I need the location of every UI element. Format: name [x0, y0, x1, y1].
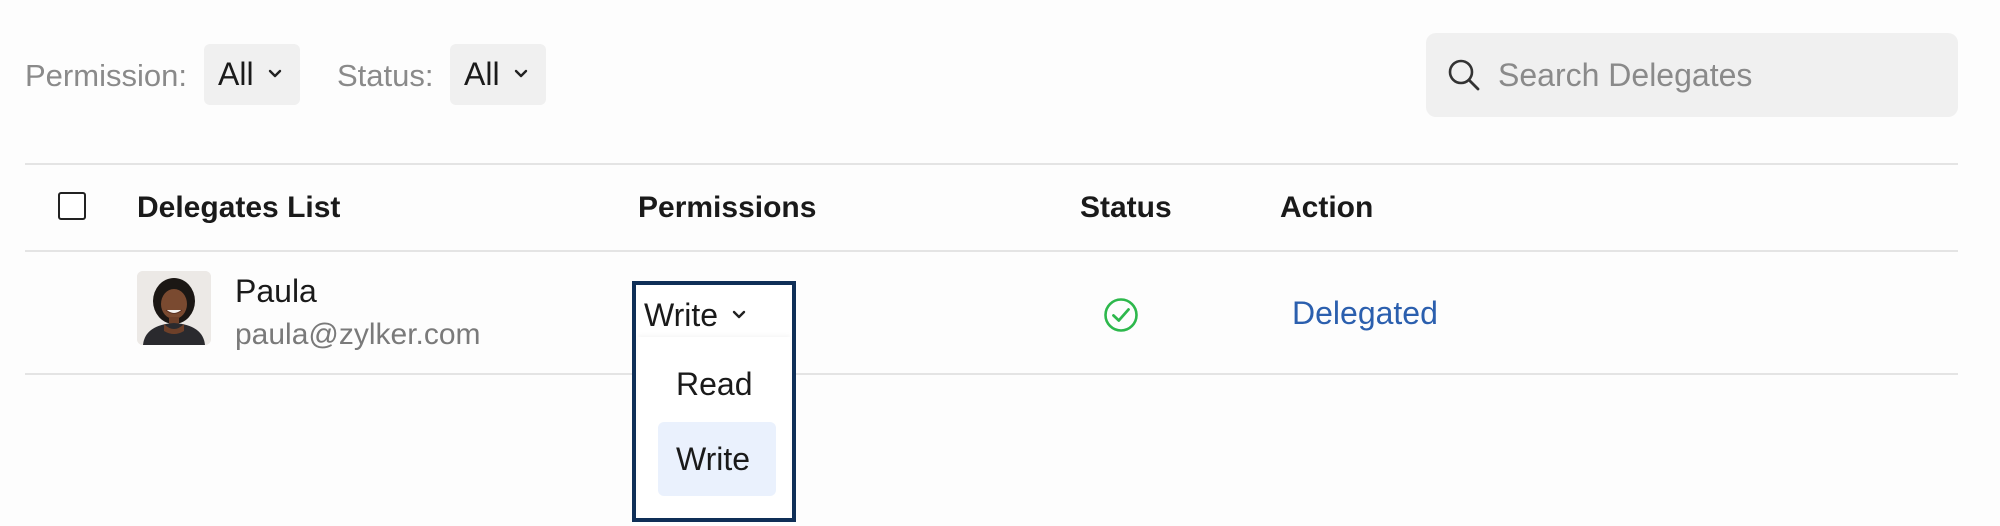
search-box[interactable] — [1426, 33, 1958, 117]
check-circle-icon — [1104, 298, 1138, 332]
chevron-down-icon — [514, 66, 528, 84]
delegate-email: paula@zylker.com — [235, 318, 481, 351]
status-filter-select[interactable]: All — [450, 44, 546, 105]
avatar — [137, 271, 211, 345]
permission-dropdown[interactable]: Write Read Write — [632, 281, 796, 522]
chevron-down-icon — [268, 66, 282, 84]
select-all-checkbox[interactable] — [58, 192, 86, 220]
permission-filter-label: Permission: — [25, 58, 187, 93]
search-icon — [1448, 59, 1480, 91]
table-header-divider — [25, 250, 1958, 252]
header-permissions[interactable]: Permissions — [638, 188, 816, 228]
search-input[interactable] — [1496, 55, 1940, 95]
header-delegates-list[interactable]: Delegates List — [137, 188, 340, 228]
permission-select[interactable]: Write — [644, 297, 746, 334]
delegated-link[interactable]: Delegated — [1292, 293, 1438, 333]
chevron-down-icon — [732, 307, 746, 325]
status-filter-value: All — [464, 56, 500, 92]
header-action[interactable]: Action — [1280, 188, 1373, 228]
table-top-divider — [25, 163, 1958, 165]
user-photo-icon — [137, 271, 211, 345]
permission-menu: Read Write — [638, 337, 790, 518]
header-status[interactable]: Status — [1080, 188, 1172, 228]
permission-filter-value: All — [218, 56, 254, 92]
table-row-divider — [25, 373, 1958, 375]
status-filter-label: Status: — [337, 58, 434, 93]
permission-option-read[interactable]: Read — [658, 347, 776, 421]
permission-value: Write — [644, 297, 719, 333]
delegate-name: Paula — [235, 273, 317, 309]
permission-filter-select[interactable]: All — [204, 44, 300, 105]
permission-option-write[interactable]: Write — [658, 422, 776, 496]
